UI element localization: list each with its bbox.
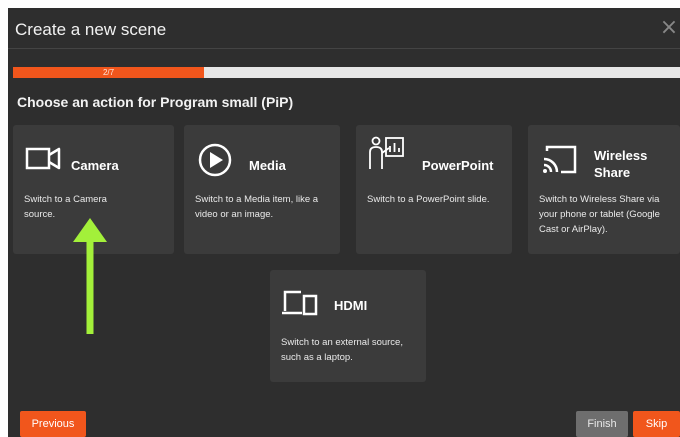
- powerpoint-description: Switch to a PowerPoint slide.: [367, 194, 490, 205]
- cast-icon: [543, 145, 577, 174]
- progress-bar: 2/7: [13, 67, 680, 78]
- dialog-titlebar: Create a new scene ×: [8, 8, 680, 49]
- step-heading: Choose an action for Program small (PiP): [17, 94, 294, 110]
- wireless-share-description: Switch to Wireless Share via your phone …: [539, 194, 660, 235]
- close-icon[interactable]: ×: [658, 16, 680, 40]
- skip-button[interactable]: Skip: [633, 411, 680, 437]
- hdmi-description: Switch to an external source, such as a …: [281, 337, 403, 363]
- wireless-share-label: Wireless Share: [594, 148, 648, 180]
- hdmi-label: HDMI: [334, 298, 368, 313]
- hdmi-display-icon: [282, 290, 318, 316]
- previous-button[interactable]: Previous: [20, 411, 86, 437]
- wireless-share-option-card[interactable]: Wireless Share Switch to Wireless Share …: [528, 125, 680, 254]
- powerpoint-option-card[interactable]: PowerPoint Switch to a PowerPoint slide.: [356, 125, 512, 254]
- create-scene-dialog: Create a new scene × 2/7 Choose an actio…: [8, 8, 680, 437]
- presentation-icon: [369, 136, 404, 169]
- arrow-up-icon: [73, 218, 107, 334]
- camera-label: Camera: [71, 158, 119, 173]
- media-label: Media: [249, 158, 286, 173]
- dialog-title: Create a new scene: [15, 20, 167, 39]
- progress-label: 2/7: [102, 68, 115, 77]
- play-icon: [198, 143, 232, 177]
- media-description: Switch to a Media item, like a video or …: [195, 194, 319, 220]
- hdmi-option-card[interactable]: HDMI Switch to an external source, such …: [270, 270, 426, 382]
- camera-icon: [25, 147, 61, 170]
- powerpoint-label: PowerPoint: [422, 158, 494, 173]
- finish-button[interactable]: Finish: [576, 411, 628, 437]
- media-option-card[interactable]: Media Switch to a Media item, like a vid…: [184, 125, 340, 254]
